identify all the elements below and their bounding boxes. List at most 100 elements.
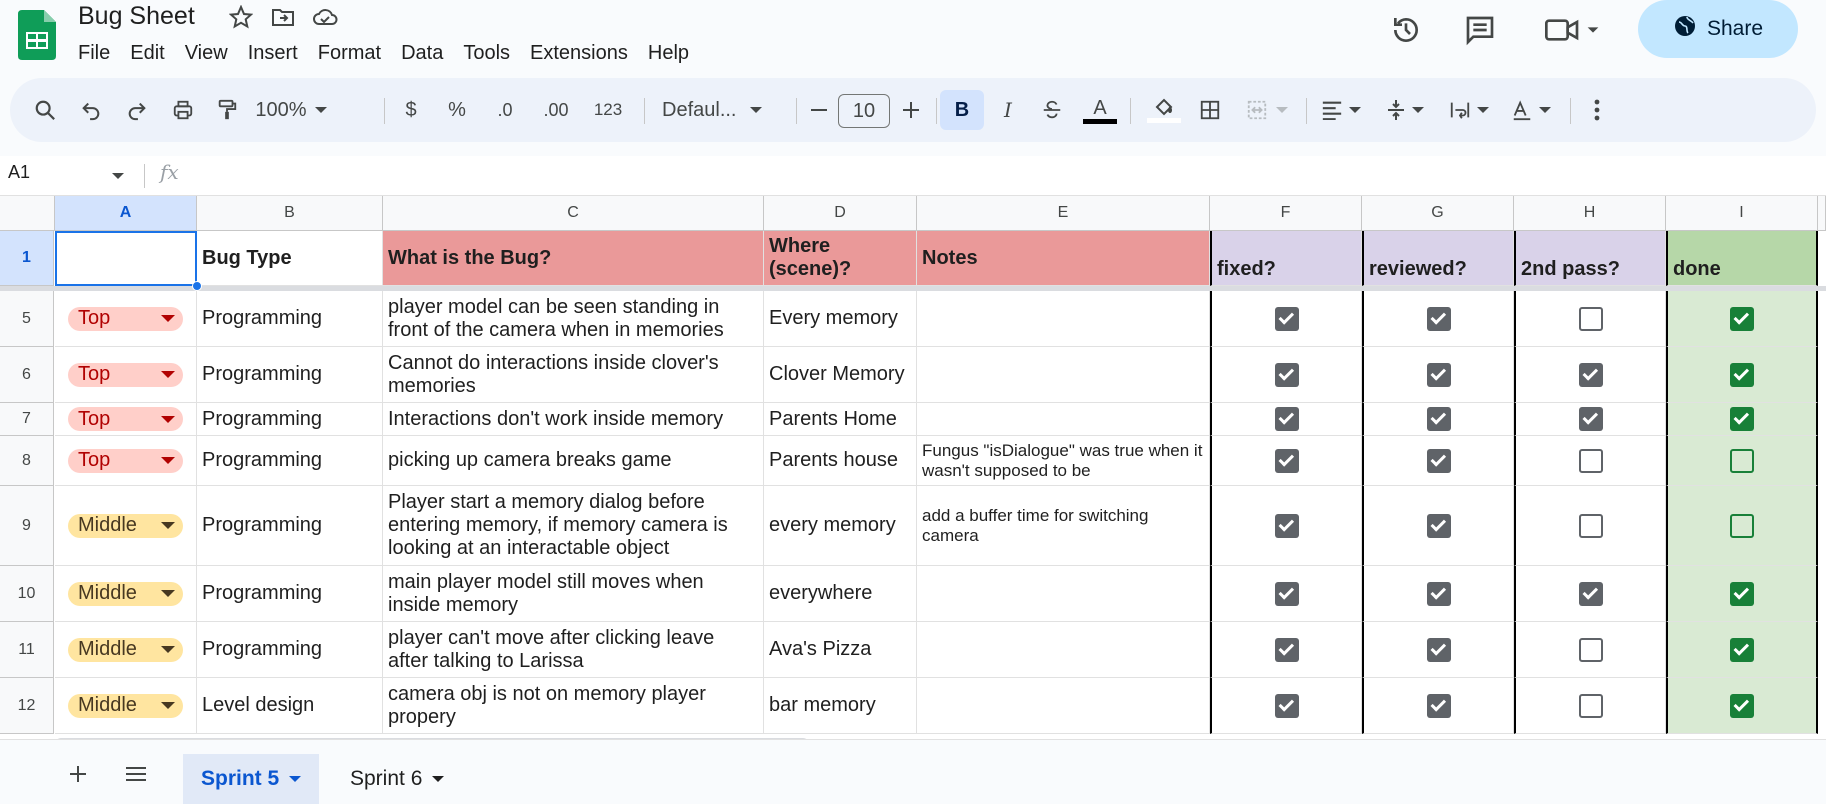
checkbox-checked[interactable] (1274, 306, 1299, 331)
header-bug-type[interactable]: Bug Type (197, 231, 383, 286)
header-notes[interactable]: Notes (917, 231, 1210, 286)
checkbox-checked[interactable] (1730, 581, 1754, 606)
row-header[interactable]: 10 (0, 566, 54, 622)
document-title[interactable]: Bug Sheet (78, 0, 195, 32)
text-color-button[interactable]: A (1080, 90, 1120, 130)
column-header-h[interactable]: H (1514, 196, 1666, 231)
comments-icon[interactable] (1458, 8, 1502, 52)
checkbox-checked[interactable] (1274, 448, 1299, 473)
cell-where[interactable]: Ava's Pizza (764, 622, 917, 678)
font-size-input[interactable]: 10 (838, 94, 890, 128)
increase-font-size-icon[interactable] (896, 90, 926, 130)
cell-2nd-pass[interactable] (1514, 436, 1666, 486)
cell-bug-description[interactable]: Interactions don't work inside memory (383, 403, 764, 436)
menu-insert[interactable]: Insert (238, 38, 308, 68)
text-wrapping-icon[interactable] (1444, 90, 1494, 130)
cell-bug-type[interactable]: Programming (197, 486, 383, 566)
cell-notes[interactable] (917, 347, 1210, 403)
currency-format-button[interactable]: $ (396, 90, 426, 130)
merge-cells-icon[interactable] (1236, 90, 1296, 130)
checkbox-checked[interactable] (1426, 306, 1451, 331)
cell-priority[interactable]: Middle (55, 622, 197, 678)
checkbox-checked[interactable] (1578, 581, 1603, 606)
cell-reviewed[interactable] (1362, 622, 1514, 678)
checkbox-checked[interactable] (1730, 306, 1754, 331)
row-header[interactable]: 12 (0, 678, 54, 734)
cell-reviewed[interactable] (1362, 403, 1514, 436)
menu-extensions[interactable]: Extensions (520, 38, 638, 68)
priority-chip[interactable]: Top (68, 407, 183, 431)
cell-done[interactable] (1666, 566, 1818, 622)
chevron-down-icon[interactable] (432, 776, 445, 782)
cell-done[interactable] (1666, 678, 1818, 734)
fill-handle[interactable] (192, 281, 202, 291)
name-box[interactable]: A1 (8, 162, 30, 183)
priority-chip[interactable]: Middle (68, 581, 183, 606)
cell-notes[interactable]: Fungus "isDialogue" was true when it was… (917, 436, 1210, 486)
redo-icon[interactable] (120, 90, 154, 130)
cell-done[interactable] (1666, 486, 1818, 566)
cell-done[interactable] (1666, 436, 1818, 486)
cell-reviewed[interactable] (1362, 347, 1514, 403)
more-options-icon[interactable] (1582, 90, 1612, 130)
header-done[interactable]: done (1666, 231, 1818, 286)
checkbox-checked[interactable] (1730, 637, 1754, 662)
sheets-logo-icon[interactable] (18, 10, 56, 60)
cell-fixed[interactable] (1210, 291, 1362, 347)
checkbox-checked[interactable] (1426, 448, 1451, 473)
row-header[interactable]: 7 (0, 403, 54, 436)
cell-2nd-pass[interactable] (1514, 678, 1666, 734)
menu-data[interactable]: Data (391, 38, 453, 68)
menu-file[interactable]: File (68, 38, 120, 68)
cell-priority[interactable]: Top (55, 347, 197, 403)
cell-notes[interactable] (917, 291, 1210, 347)
checkbox-checked[interactable] (1426, 513, 1451, 538)
checkbox-unchecked[interactable] (1578, 306, 1603, 331)
horizontal-align-icon[interactable] (1316, 90, 1366, 130)
undo-icon[interactable] (74, 90, 108, 130)
header-what-is-bug[interactable]: What is the Bug? (383, 231, 764, 286)
priority-chip[interactable]: Middle (68, 513, 183, 538)
cell-bug-description[interactable]: picking up camera breaks game (383, 436, 764, 486)
priority-chip[interactable]: Top (68, 306, 183, 331)
checkbox-checked[interactable] (1274, 693, 1299, 718)
decrease-font-size-icon[interactable] (806, 90, 832, 130)
search-menus-icon[interactable] (28, 90, 62, 130)
checkbox-checked[interactable] (1274, 407, 1299, 431)
decrease-decimal-button[interactable]: .0 (488, 90, 522, 130)
add-sheet-icon[interactable] (66, 762, 90, 786)
column-header-c[interactable]: C (383, 196, 764, 231)
cell-fixed[interactable] (1210, 436, 1362, 486)
zoom-select[interactable]: 100% (246, 90, 336, 130)
header-reviewed[interactable]: reviewed? (1362, 231, 1514, 286)
menu-edit[interactable]: Edit (120, 38, 174, 68)
cell-fixed[interactable] (1210, 678, 1362, 734)
version-history-icon[interactable] (1384, 8, 1428, 52)
cell-notes[interactable] (917, 566, 1210, 622)
cell-done[interactable] (1666, 347, 1818, 403)
cell-bug-description[interactable]: player can't move after clicking leave a… (383, 622, 764, 678)
all-sheets-icon[interactable] (124, 762, 148, 786)
column-header-e[interactable]: E (917, 196, 1210, 231)
cell-bug-type[interactable]: Programming (197, 436, 383, 486)
row-header[interactable]: 8 (0, 436, 54, 486)
cell-bug-type[interactable]: Programming (197, 566, 383, 622)
paint-format-icon[interactable] (210, 90, 244, 130)
checkbox-unchecked[interactable] (1730, 513, 1754, 538)
select-all-corner[interactable] (0, 196, 55, 231)
bold-button[interactable]: B (940, 90, 984, 130)
borders-icon[interactable] (1192, 90, 1228, 130)
cell-where[interactable]: Parents Home (764, 403, 917, 436)
cell-priority[interactable]: Middle (55, 566, 197, 622)
priority-chip[interactable]: Top (68, 448, 183, 473)
column-header-d[interactable]: D (764, 196, 917, 231)
cell-priority[interactable]: Top (55, 403, 197, 436)
cell-done[interactable] (1666, 622, 1818, 678)
cell-fixed[interactable] (1210, 566, 1362, 622)
checkbox-checked[interactable] (1730, 362, 1754, 387)
cell-bug-description[interactable]: camera obj is not on memory player prope… (383, 678, 764, 734)
header-fixed[interactable]: fixed? (1210, 231, 1362, 286)
cell-notes[interactable]: add a buffer time for switching camera (917, 486, 1210, 566)
column-header-g[interactable]: G (1362, 196, 1514, 231)
checkbox-checked[interactable] (1578, 407, 1603, 431)
